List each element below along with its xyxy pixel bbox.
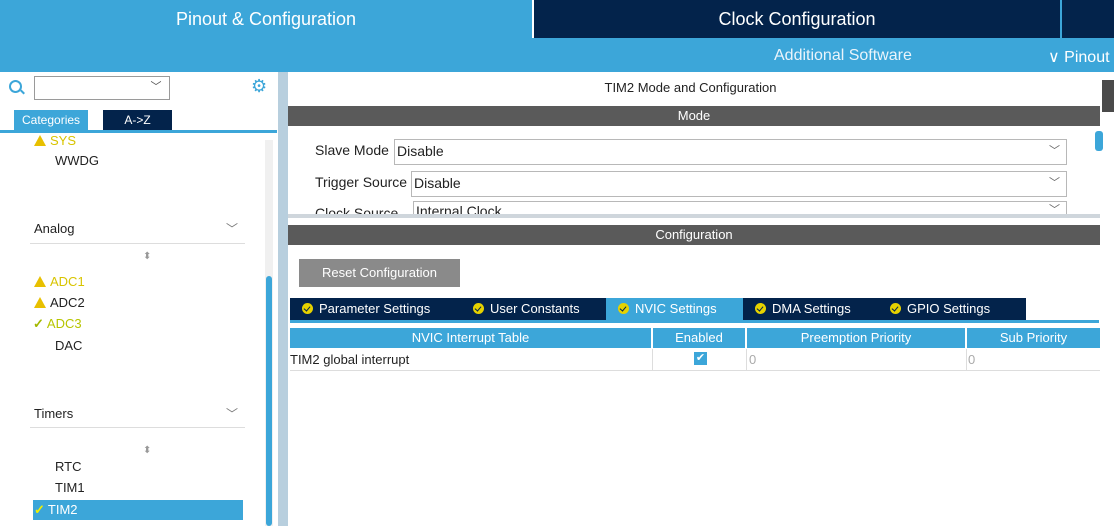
tab-gpio-settings[interactable]: GPIO Settings <box>878 298 1026 320</box>
sidebar-item-dac[interactable]: DAC <box>55 338 82 353</box>
left-scrollbar-thumb[interactable] <box>266 276 272 526</box>
sort-icon[interactable]: ⬍ <box>143 251 151 262</box>
chevron-down-icon: ﹀ <box>1049 145 1060 157</box>
clock-source-label: Clock Source <box>315 205 399 214</box>
tab-nvic-settings[interactable]: NVIC Settings <box>606 298 752 320</box>
search-icon[interactable] <box>9 80 22 93</box>
mode-section-border <box>288 214 1100 218</box>
check-circle-icon <box>618 303 629 314</box>
sidebar-item-adc1[interactable]: ADC1 <box>34 274 85 289</box>
check-circle-icon <box>302 303 313 314</box>
sidebar-item-wwdg[interactable]: WWDG <box>55 153 99 168</box>
gear-icon[interactable]: ⚙ <box>251 77 267 95</box>
sidebar-item-adc3[interactable]: ✓ ADC3 <box>33 316 82 332</box>
chevron-down-icon[interactable]: ﹀ <box>226 220 238 237</box>
interrupt-name-cell: TIM2 global interrupt <box>290 352 410 367</box>
tab-project-manager[interactable] <box>1060 0 1114 38</box>
sidebar-item-rtc[interactable]: RTC <box>55 459 81 474</box>
column-divider <box>652 349 653 370</box>
column-divider <box>746 349 747 370</box>
trigger-source-label: Trigger Source <box>315 174 408 190</box>
additional-software-menu[interactable]: Additional Software <box>774 47 912 65</box>
warning-icon <box>34 135 46 146</box>
warning-icon <box>34 297 46 308</box>
check-icon: ✓ <box>34 502 45 517</box>
sub-priority-cell[interactable]: 0 <box>968 352 975 367</box>
tab-user-constants[interactable]: User Constants <box>461 298 616 320</box>
enabled-checkbox[interactable]: ✔ <box>694 352 707 365</box>
column-header-enabled[interactable]: Enabled <box>653 328 745 348</box>
preemption-priority-cell[interactable]: 0 <box>749 352 756 367</box>
slave-mode-label: Slave Mode <box>315 142 389 158</box>
pinout-menu[interactable]: ∨ Pinout <box>1048 47 1110 67</box>
pinout-menu-label: Pinout <box>1059 49 1110 66</box>
warning-icon <box>34 276 46 287</box>
column-divider <box>966 349 967 370</box>
column-header-interrupt[interactable]: NVIC Interrupt Table <box>290 328 651 348</box>
chevron-down-icon: ∨ <box>1048 49 1060 66</box>
check-circle-icon <box>473 303 484 314</box>
trigger-source-select[interactable]: Disable ﹀ <box>411 171 1067 197</box>
check-circle-icon <box>890 303 901 314</box>
slave-mode-select[interactable]: Disable ﹀ <box>394 139 1067 165</box>
group-analog[interactable]: Analog <box>34 221 74 236</box>
tab-pinout-configuration[interactable]: Pinout & Configuration <box>0 0 532 38</box>
chevron-down-icon[interactable]: ﹀ <box>148 76 164 98</box>
sidebar-item-sys[interactable]: SYS <box>34 133 76 148</box>
panel-divider[interactable] <box>278 72 288 526</box>
sort-icon[interactable]: ⬍ <box>143 445 151 456</box>
configuration-header: Configuration <box>288 225 1100 245</box>
column-header-preemption[interactable]: Preemption Priority <box>747 328 965 348</box>
page-title: TIM2 Mode and Configuration <box>604 80 777 95</box>
tab-parameter-settings[interactable]: Parameter Settings <box>290 298 470 320</box>
check-icon: ✓ <box>33 316 44 331</box>
reset-configuration-button[interactable]: Reset Configuration <box>299 259 460 287</box>
sidebar-item-tim1[interactable]: TIM1 <box>55 480 85 495</box>
column-header-sub-priority[interactable]: Sub Priority <box>967 328 1100 348</box>
sub-toolbar <box>0 38 1114 72</box>
chevron-down-icon[interactable]: ﹀ <box>226 405 238 422</box>
group-divider <box>30 427 245 428</box>
tab-a-to-z[interactable]: A->Z <box>103 110 172 130</box>
mode-scrollbar-thumb[interactable] <box>1095 131 1103 151</box>
chevron-down-icon: ﹀ <box>1049 177 1060 189</box>
group-divider <box>30 243 245 244</box>
group-timers[interactable]: Timers <box>34 406 73 421</box>
chevron-down-icon: ﹀ <box>1049 204 1060 215</box>
mode-header: Mode <box>288 106 1100 126</box>
sidebar-item-tim2[interactable]: ✓ TIM2 <box>34 502 78 518</box>
tab-clock-configuration[interactable]: Clock Configuration <box>534 0 1060 38</box>
check-circle-icon <box>755 303 766 314</box>
tab-dma-settings[interactable]: DMA Settings <box>743 298 888 320</box>
collapse-handle[interactable] <box>1102 80 1114 112</box>
sidebar-item-adc2[interactable]: ADC2 <box>34 295 85 310</box>
tabs-underline <box>290 320 1099 323</box>
clock-source-select[interactable]: Internal Clock ﹀ <box>413 201 1067 215</box>
tab-categories[interactable]: Categories <box>14 110 89 130</box>
